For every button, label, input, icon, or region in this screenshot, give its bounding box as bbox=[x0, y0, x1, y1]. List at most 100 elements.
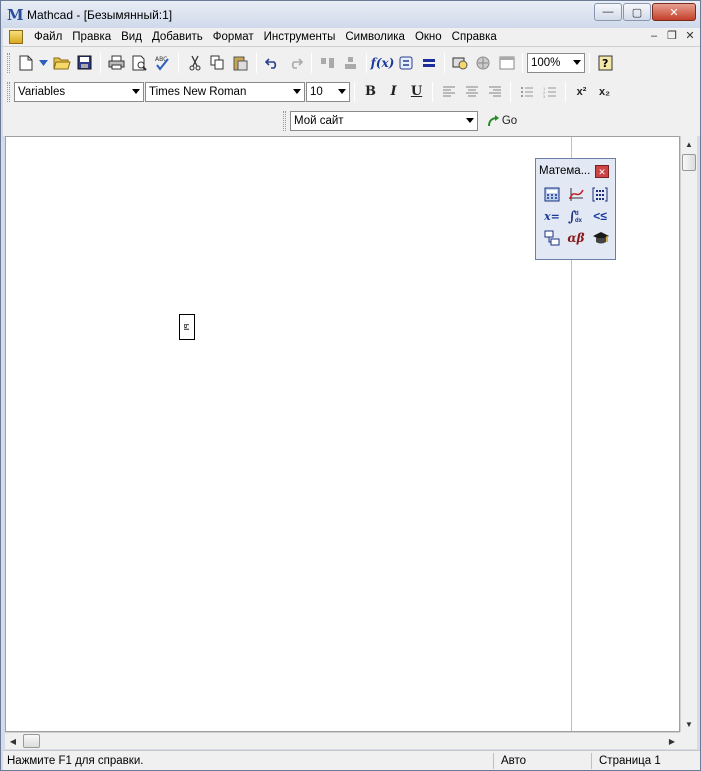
open-icon[interactable] bbox=[51, 52, 73, 74]
toolbar-grip[interactable] bbox=[283, 110, 286, 131]
align-down-icon[interactable] bbox=[340, 52, 362, 74]
menu-insert[interactable]: Добавить bbox=[147, 31, 208, 43]
undo-icon[interactable] bbox=[262, 52, 284, 74]
document-menu-icon[interactable] bbox=[9, 30, 23, 44]
toolbar-separator bbox=[565, 81, 566, 102]
align-center-icon[interactable] bbox=[461, 81, 483, 103]
font-size-select[interactable]: 10 bbox=[306, 81, 350, 102]
horizontal-scroll-thumb[interactable] bbox=[23, 734, 40, 748]
programming-icon[interactable] bbox=[540, 227, 564, 249]
new-doc-icon[interactable] bbox=[15, 52, 37, 74]
bullet-list-icon[interactable] bbox=[516, 81, 538, 103]
toolbar-separator bbox=[432, 81, 433, 102]
align-top-icon[interactable] bbox=[317, 52, 339, 74]
horizontal-scrollbar[interactable]: ◀ ▶ bbox=[5, 732, 680, 749]
help-icon[interactable]: ? bbox=[595, 52, 617, 74]
address-select[interactable]: Мой сайт bbox=[290, 110, 478, 131]
toolbar-grip[interactable] bbox=[7, 52, 10, 73]
standard-toolbar: ABC f(x) 100% ? bbox=[7, 49, 617, 76]
vertical-scroll-thumb[interactable] bbox=[682, 154, 696, 171]
print-icon[interactable] bbox=[106, 52, 128, 74]
menu-symbolics[interactable]: Символика bbox=[340, 31, 410, 43]
subscript-button[interactable]: x₂ bbox=[594, 81, 616, 103]
toolbar-area: ABC f(x) 100% ? Variables Times New Roma… bbox=[3, 47, 700, 136]
go-button[interactable]: Go bbox=[484, 110, 520, 132]
graph-icon[interactable] bbox=[564, 183, 588, 205]
insert-unit-icon[interactable] bbox=[395, 52, 417, 74]
go-arrow-icon bbox=[487, 114, 499, 126]
menu-edit[interactable]: Правка bbox=[67, 31, 116, 43]
style-value: Variables bbox=[18, 85, 66, 98]
component-icon[interactable] bbox=[450, 52, 472, 74]
menu-window[interactable]: Окно bbox=[410, 31, 447, 43]
palette-close-icon[interactable]: ✕ bbox=[595, 165, 609, 178]
web-toolbar: Мой сайт Go bbox=[283, 107, 521, 134]
toolbar-separator bbox=[510, 81, 511, 102]
scroll-left-icon[interactable]: ◀ bbox=[5, 733, 21, 749]
title-bar[interactable]: M Mathcad - [Безымянный:1] — ▢ ✕ bbox=[1, 1, 700, 28]
calculator-icon[interactable] bbox=[540, 183, 564, 205]
boolean-icon[interactable]: <≤ bbox=[588, 205, 612, 227]
superscript-button[interactable]: x² bbox=[571, 81, 593, 103]
math-region-placeholder[interactable]: ы bbox=[179, 314, 195, 340]
redo-icon[interactable] bbox=[285, 52, 307, 74]
spellcheck-icon[interactable]: ABC bbox=[152, 52, 174, 74]
scrollbar-corner bbox=[680, 732, 697, 749]
symbolic-icon[interactable] bbox=[588, 227, 612, 249]
matrix-icon[interactable] bbox=[588, 183, 612, 205]
doc-minimize-button[interactable]: – bbox=[646, 29, 662, 45]
status-bar: Нажмите F1 для справки. Авто Страница 1 bbox=[3, 750, 700, 770]
toolbar-separator bbox=[100, 52, 101, 73]
align-right-icon[interactable] bbox=[484, 81, 506, 103]
copy-icon[interactable] bbox=[207, 52, 229, 74]
scroll-down-icon[interactable]: ▼ bbox=[681, 716, 697, 732]
numbered-list-icon[interactable]: 123 bbox=[539, 81, 561, 103]
status-page: Страница 1 bbox=[599, 754, 661, 767]
print-preview-icon[interactable] bbox=[129, 52, 151, 74]
paste-icon[interactable] bbox=[230, 52, 252, 74]
doc-close-button[interactable]: ✕ bbox=[682, 29, 698, 45]
resources-icon[interactable] bbox=[473, 52, 495, 74]
menu-file[interactable]: Файл bbox=[29, 31, 67, 43]
evaluation-icon[interactable]: x= bbox=[540, 205, 564, 227]
zoom-value: 100% bbox=[531, 56, 561, 69]
menu-format[interactable]: Формат bbox=[208, 31, 259, 43]
vertical-scrollbar[interactable]: ▲ ▼ bbox=[680, 136, 697, 732]
font-value: Times New Roman bbox=[149, 85, 247, 98]
style-select[interactable]: Variables bbox=[14, 81, 144, 102]
save-icon[interactable] bbox=[74, 52, 96, 74]
menu-help[interactable]: Справка bbox=[447, 31, 502, 43]
maximize-button[interactable]: ▢ bbox=[623, 3, 651, 21]
chevron-down-icon bbox=[573, 59, 581, 65]
formatting-toolbar: Variables Times New Roman 10 B I U 1 2 3… bbox=[7, 78, 616, 105]
scroll-right-icon[interactable]: ▶ bbox=[664, 733, 680, 749]
greek-icon[interactable]: αβ bbox=[564, 227, 588, 249]
status-calc-mode: Авто bbox=[501, 754, 527, 767]
math-palette: Матема... ✕ x= ∫ d dx <≤ αβ bbox=[535, 158, 616, 260]
new-doc-dropdown-icon[interactable] bbox=[38, 52, 50, 74]
close-button[interactable]: ✕ bbox=[652, 3, 696, 21]
calculate-icon[interactable] bbox=[418, 52, 440, 74]
menu-bar: Файл Правка Вид Добавить Формат Инструме… bbox=[3, 28, 700, 47]
toolbar-separator bbox=[366, 52, 367, 73]
menu-tools[interactable]: Инструменты bbox=[259, 31, 341, 43]
window-icon[interactable] bbox=[496, 52, 518, 74]
calculus-icon[interactable]: ∫ d dx bbox=[564, 205, 588, 227]
menu-view[interactable]: Вид bbox=[116, 31, 147, 43]
svg-text:d: d bbox=[575, 211, 579, 217]
underline-button[interactable]: U bbox=[406, 81, 428, 103]
bold-button[interactable]: B bbox=[360, 81, 382, 103]
align-left-icon[interactable] bbox=[438, 81, 460, 103]
insert-function-icon[interactable]: f(x) bbox=[371, 52, 395, 74]
doc-restore-button[interactable]: ❐ bbox=[664, 29, 680, 45]
font-select[interactable]: Times New Roman bbox=[145, 81, 305, 102]
chevron-down-icon bbox=[293, 88, 301, 94]
scroll-up-icon[interactable]: ▲ bbox=[681, 136, 697, 152]
svg-text:dx: dx bbox=[575, 218, 583, 224]
zoom-select[interactable]: 100% bbox=[527, 52, 585, 73]
minimize-button[interactable]: — bbox=[594, 3, 622, 21]
toolbar-grip[interactable] bbox=[7, 81, 10, 102]
status-help-text: Нажмите F1 для справки. bbox=[7, 754, 144, 767]
italic-button[interactable]: I bbox=[383, 81, 405, 103]
cut-icon[interactable] bbox=[184, 52, 206, 74]
